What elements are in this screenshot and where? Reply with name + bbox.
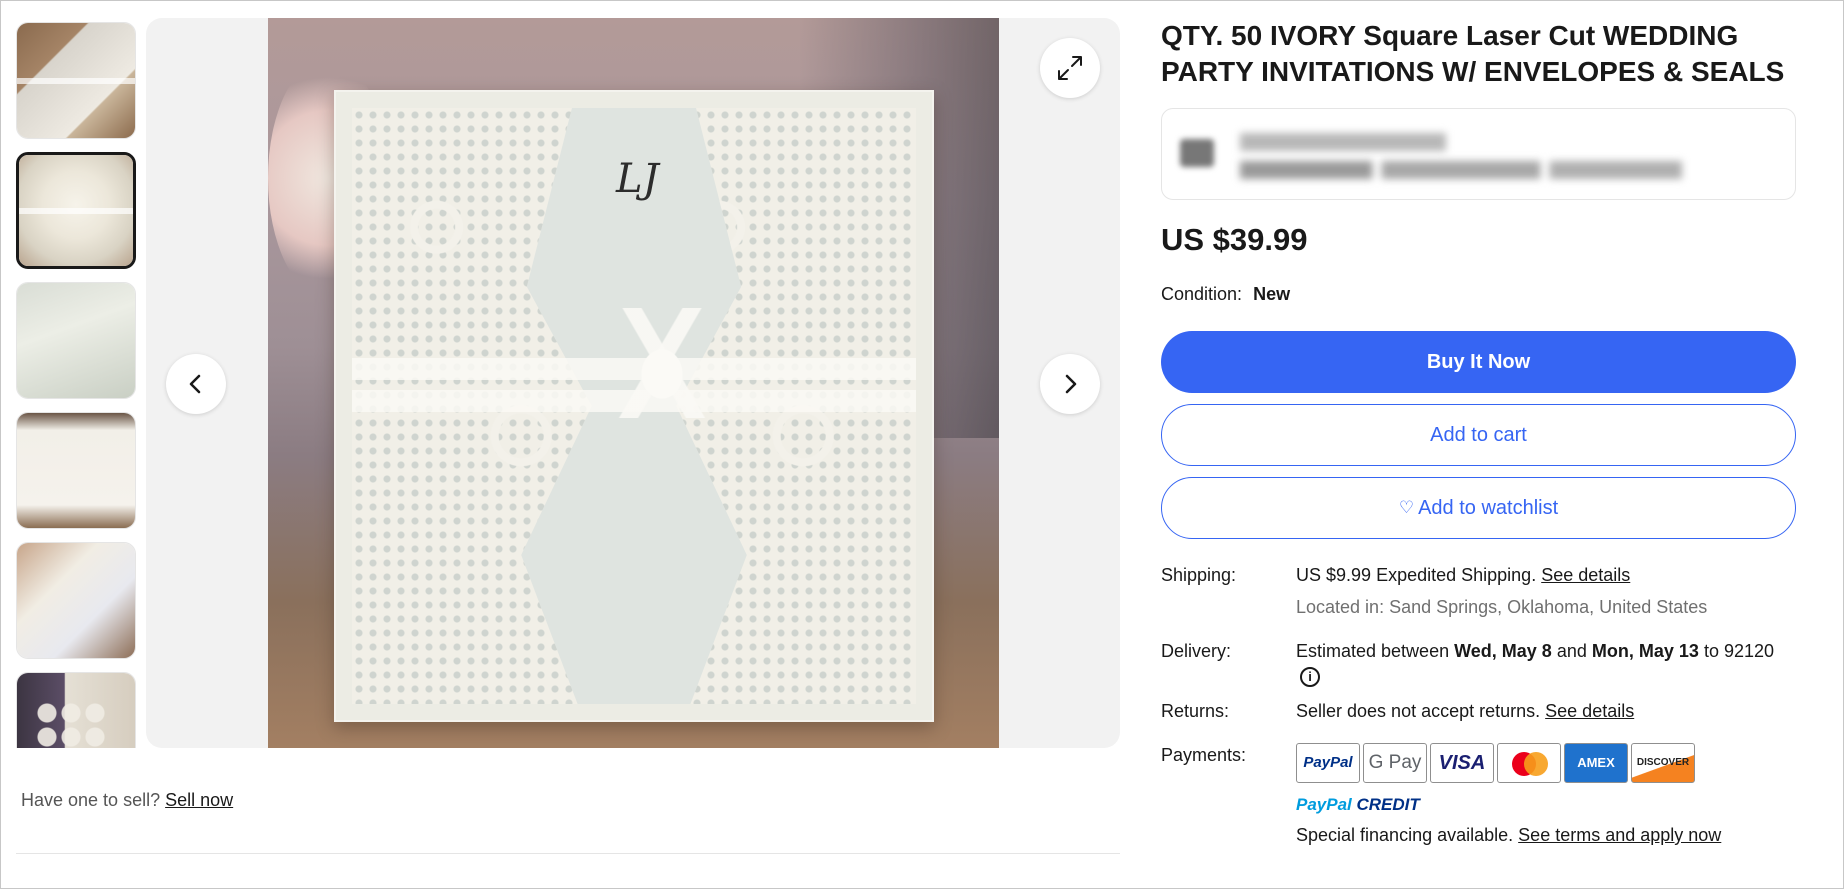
add-to-watchlist-button[interactable]: ♡ Add to watchlist: [1161, 477, 1796, 539]
listing-title: QTY. 50 IVORY Square Laser Cut WEDDING P…: [1161, 20, 1785, 87]
add-to-cart-label: Add to cart: [1430, 423, 1527, 446]
condition: Condition: New: [1161, 284, 1796, 305]
listing-details: QTY. 50 IVORY Square Laser Cut WEDDING P…: [1161, 18, 1796, 847]
financing-text: Special financing available.: [1296, 825, 1514, 845]
delivery-start: Wed, May 8: [1454, 641, 1552, 661]
product-image[interactable]: LJ: [268, 18, 999, 748]
shipping-price: US $9.99: [1296, 565, 1372, 585]
shipping-details-link[interactable]: See details: [1541, 565, 1630, 585]
returns-label: Returns:: [1161, 701, 1230, 721]
heart-icon: ♡: [1398, 498, 1415, 517]
shipping-row: Shipping: US $9.99 Expedited Shipping. S…: [1161, 563, 1796, 619]
item-location: Located in: Sand Springs, Oklahoma, Unit…: [1296, 597, 1708, 617]
chevron-right-icon: [1065, 374, 1077, 394]
thumbnail-5[interactable]: [16, 542, 136, 659]
next-image-button[interactable]: [1040, 354, 1100, 414]
add-to-cart-button[interactable]: Add to cart: [1161, 404, 1796, 466]
seller-avatar: [1180, 139, 1214, 167]
image-viewer: LJ: [146, 18, 1120, 748]
expand-icon: [1058, 56, 1082, 80]
returns-details-link[interactable]: See details: [1545, 701, 1634, 721]
price: US $39.99: [1161, 222, 1308, 257]
monogram: LJ: [616, 156, 659, 202]
returns-text: Seller does not accept returns.: [1296, 701, 1541, 721]
google-pay-logo: G Pay: [1363, 743, 1427, 783]
divider: [16, 853, 1120, 854]
thumbnail-1[interactable]: [16, 22, 136, 139]
delivery-zip: to 92120: [1703, 641, 1775, 661]
thumbnail-2[interactable]: [16, 152, 136, 269]
condition-value: New: [1253, 284, 1291, 304]
delivery-label: Delivery:: [1161, 641, 1232, 661]
delivery-and: and: [1556, 641, 1587, 661]
financing-link[interactable]: See terms and apply now: [1518, 825, 1721, 845]
delivery-end: Mon, May 13: [1591, 641, 1699, 661]
thumbnail-strip: [16, 22, 136, 748]
payments-label: Payments:: [1161, 745, 1247, 765]
buy-it-now-label: Buy It Now: [1426, 350, 1531, 373]
paypal-credit-brand: PayPal: [1296, 795, 1352, 814]
mastercard-logo: [1497, 743, 1561, 783]
info-icon[interactable]: i: [1300, 667, 1320, 687]
financing: Special financing available. See terms a…: [1296, 823, 1796, 847]
invitation-card: LJ: [334, 90, 934, 722]
payment-methods: PayPal G Pay VISA AMEX DISCOVER: [1296, 743, 1796, 783]
delivery-prefix: Estimated between: [1296, 641, 1450, 661]
seller-card[interactable]: [1161, 108, 1796, 200]
shipping-label: Shipping:: [1161, 565, 1237, 585]
amex-logo: AMEX: [1564, 743, 1628, 783]
paypal-credit-logo: PayPal CREDIT: [1296, 793, 1796, 817]
thumbnail-3[interactable]: [16, 282, 136, 399]
expand-image-button[interactable]: [1040, 38, 1100, 98]
returns-row: Returns: Seller does not accept returns.…: [1161, 699, 1796, 723]
discover-logo: DISCOVER: [1631, 743, 1695, 783]
previous-image-button[interactable]: [166, 354, 226, 414]
sell-prompt: Have one to sell? Sell now: [21, 790, 233, 811]
thumbnail-4[interactable]: [16, 412, 136, 529]
sell-prompt-text: Have one to sell?: [21, 790, 161, 810]
condition-label: Condition:: [1161, 284, 1243, 304]
thumbnail-6[interactable]: [16, 672, 136, 748]
visa-logo: VISA: [1430, 743, 1494, 783]
seller-name-redacted: [1240, 133, 1446, 151]
paypal-logo: PayPal: [1296, 743, 1360, 783]
seller-info-redacted: [1240, 161, 1682, 179]
buy-it-now-button[interactable]: Buy It Now: [1161, 331, 1796, 393]
chevron-left-icon: [189, 374, 201, 394]
delivery-row: Delivery: Estimated between Wed, May 8 a…: [1161, 639, 1796, 687]
shipping-method: Expedited Shipping.: [1376, 565, 1537, 585]
paypal-credit-word: CREDIT: [1356, 795, 1420, 814]
sell-now-link[interactable]: Sell now: [165, 790, 233, 810]
payments-row: Payments: PayPal G Pay VISA AMEX DISCOVE…: [1161, 743, 1796, 847]
add-to-watchlist-label: Add to watchlist: [1418, 496, 1559, 519]
